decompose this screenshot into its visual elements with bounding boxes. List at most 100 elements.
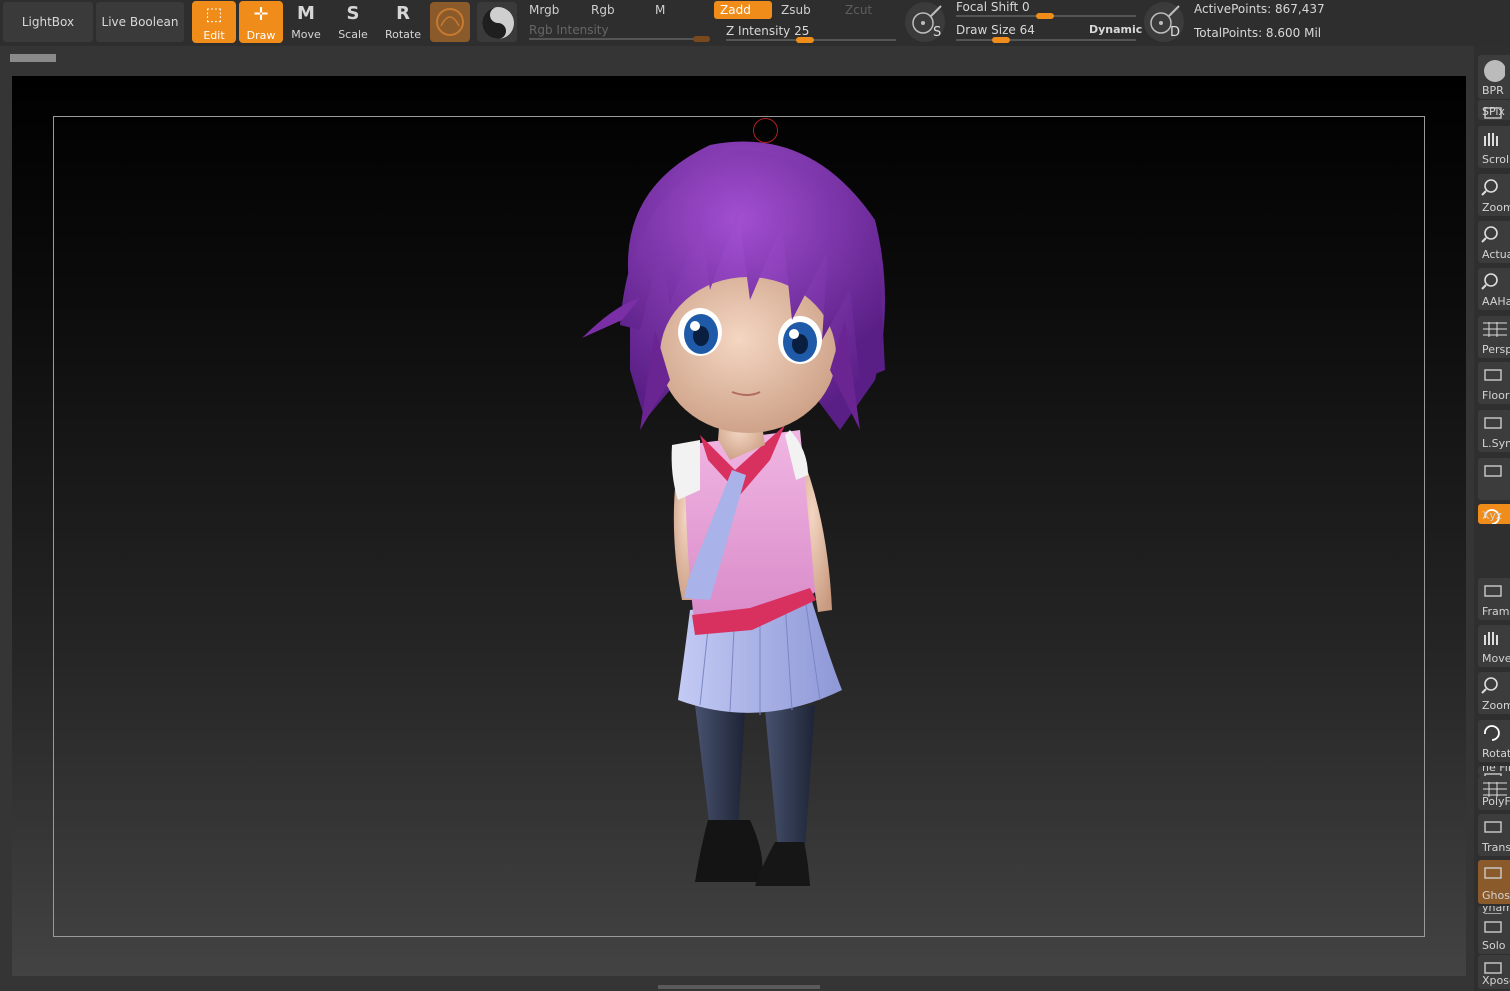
dynamic-toggle[interactable]: Dynamic: [1089, 23, 1142, 36]
shelf-linefill-label: ne Fil: [1482, 766, 1510, 774]
zsub-toggle[interactable]: Zsub: [775, 1, 835, 19]
shelf-transp-label: Transp: [1482, 841, 1510, 854]
draw-size-name: Draw Size: [956, 23, 1016, 37]
focal-shift-value: 0: [1022, 0, 1030, 14]
shelf-frame-label: Frame: [1482, 605, 1510, 618]
shelf-ghost-button[interactable]: Ghost: [1478, 860, 1510, 904]
focal-shift-handle[interactable]: [1036, 13, 1054, 19]
edit-tool-button[interactable]: ⬚ Edit: [192, 1, 236, 43]
rotate-tool-button[interactable]: R Rotate: [381, 0, 425, 44]
brush-cursor: [753, 118, 778, 143]
shelf-solo-button[interactable]: Solo: [1478, 914, 1510, 954]
brush-selector-button[interactable]: [430, 2, 470, 42]
top-toolbar: LightBox Live Boolean ⬚ Edit ✛ Draw M Mo…: [0, 0, 1510, 46]
focal-shift-label: Focal Shift 0: [956, 0, 1030, 14]
draw-size-label: Draw Size 64: [956, 23, 1035, 37]
solo-icon: [1481, 918, 1505, 936]
edit-icon: ⬚: [205, 4, 223, 25]
shelf-scroll-button[interactable]: Scroll: [1478, 126, 1510, 168]
frame-icon: [1481, 582, 1505, 600]
m-toggle[interactable]: M: [649, 1, 705, 19]
transparency-icon: [1481, 818, 1505, 836]
shelf-actual-label: Actual: [1482, 248, 1510, 261]
shelf-aahalf-label: AAHalf: [1482, 295, 1510, 308]
move-label: Move: [291, 28, 321, 41]
shelf-lsym-button[interactable]: L.Sym: [1478, 410, 1510, 452]
rgb-toggle[interactable]: Rgb: [585, 1, 641, 19]
shelf-move-label: Move: [1482, 652, 1510, 665]
magnifier-icon: [1481, 272, 1505, 290]
shelf-dynamic-label: ynami: [1482, 906, 1510, 914]
shelf-ghost-label: Ghost: [1482, 889, 1510, 902]
character-model[interactable]: [560, 130, 920, 900]
rgb-intensity-label: Rgb Intensity: [529, 23, 609, 37]
scale-label: Scale: [338, 28, 368, 41]
lazy-stroke-s-button[interactable]: S: [905, 2, 945, 42]
shelf-rotate-label: Rotate: [1482, 747, 1510, 760]
shelf-spix-button[interactable]: SPix: [1478, 100, 1510, 120]
local-icon: [1481, 462, 1505, 480]
live-boolean-button[interactable]: Live Boolean: [96, 2, 184, 42]
draw-tool-button[interactable]: ✛ Draw: [239, 1, 283, 43]
shelf-floor-button[interactable]: Floor: [1478, 362, 1510, 404]
z-intensity-value: 25: [794, 24, 810, 38]
shelf-aahalf-button[interactable]: AAHalf: [1478, 268, 1510, 310]
sphere-icon: [1481, 59, 1506, 82]
rgb-intensity-slider[interactable]: [529, 38, 709, 40]
brush-icon: [436, 8, 464, 36]
edit-label: Edit: [203, 29, 225, 42]
shelf-actual-button[interactable]: Actual: [1478, 221, 1510, 263]
lightbox-button[interactable]: LightBox: [3, 2, 93, 42]
z-intensity-name: Z Intensity: [726, 24, 791, 38]
draw-size-handle[interactable]: [992, 37, 1010, 43]
draw-size-slider[interactable]: [956, 39, 1136, 41]
rotate-label: Rotate: [384, 28, 421, 41]
scale-icon: S: [346, 3, 360, 24]
tray-scroll-handle[interactable]: [10, 54, 56, 62]
active-points-readout: ActivePoints: 867,437: [1194, 2, 1325, 16]
material-sphere-icon: [482, 7, 514, 39]
shelf-zoom-button[interactable]: Zoom: [1478, 174, 1510, 216]
rotate-icon: R: [396, 3, 410, 24]
shelf-linefill-button[interactable]: ne Fil: [1478, 766, 1510, 776]
rgb-intensity-handle[interactable]: [693, 36, 710, 42]
shelf-zoom3d-button[interactable]: Zoom3D: [1478, 672, 1510, 714]
shelf-zoom-label: Zoom: [1482, 201, 1510, 214]
shelf-xyz-button[interactable]: Xyz: [1478, 504, 1510, 524]
shelf-spix-label: SPix: [1482, 105, 1505, 118]
shelf-scroll-label: Scroll: [1482, 153, 1510, 166]
shelf-move-button[interactable]: Move: [1478, 625, 1510, 667]
shelf-transp-button[interactable]: Transp: [1478, 814, 1510, 856]
bottom-tray-handle[interactable]: [658, 985, 820, 989]
shelf-local-button[interactable]: [1478, 458, 1510, 500]
shelf-persp-button[interactable]: Persp: [1478, 316, 1510, 358]
shelf-rotate-button[interactable]: Rotate: [1478, 720, 1510, 762]
zcut-toggle[interactable]: Zcut: [839, 1, 895, 19]
left-shoe: [695, 820, 763, 882]
shelf-frame-button[interactable]: Frame: [1478, 578, 1510, 620]
draw-label: Draw: [246, 29, 276, 42]
z-intensity-label: Z Intensity 25: [726, 24, 809, 38]
scale-tool-button[interactable]: S Scale: [331, 0, 375, 44]
shelf-bpr-button[interactable]: BPR: [1478, 55, 1510, 99]
symmetry-icon: [1481, 414, 1505, 432]
hand-icon: [1481, 629, 1505, 647]
move-tool-button[interactable]: M Move: [284, 0, 328, 44]
right-shoe: [755, 842, 810, 886]
shelf-polyf-button[interactable]: PolyF: [1478, 776, 1510, 810]
shelf-xpose-button[interactable]: Xpose: [1478, 955, 1510, 989]
material-selector-button[interactable]: [477, 2, 517, 42]
shelf-lsym-label: L.Sym: [1482, 437, 1510, 450]
floor-icon: [1481, 366, 1505, 384]
stroke-s-letter: S: [933, 25, 942, 40]
magnifier-icon: [1481, 225, 1505, 243]
magnifier-icon: [1481, 676, 1505, 694]
z-intensity-handle[interactable]: [796, 37, 814, 43]
total-points-readout: TotalPoints: 8.600 Mil: [1194, 26, 1322, 40]
ghost-icon: [1481, 864, 1505, 882]
zadd-toggle[interactable]: Zadd: [714, 1, 772, 19]
shelf-bpr-label: BPR: [1482, 84, 1504, 97]
lazy-stroke-d-button[interactable]: D: [1144, 2, 1184, 42]
shelf-floor-label: Floor: [1482, 389, 1510, 402]
mrgb-toggle[interactable]: Mrgb: [523, 1, 579, 19]
